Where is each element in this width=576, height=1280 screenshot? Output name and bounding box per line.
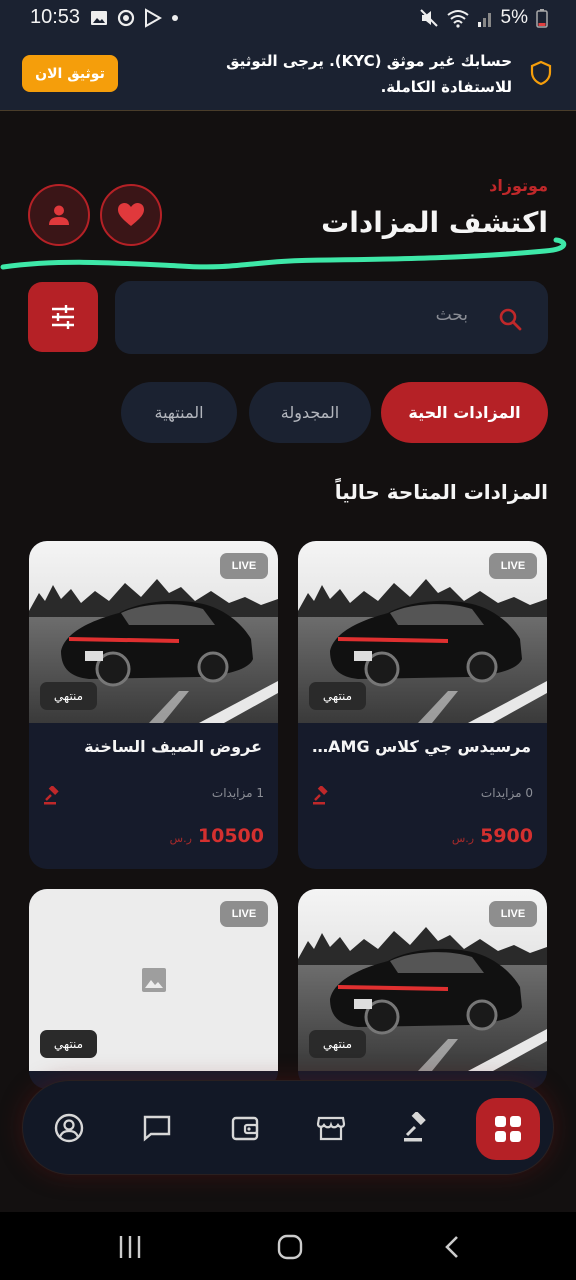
- card-price: 10500 ر.س: [170, 825, 264, 847]
- filter-sliders-icon: [52, 305, 74, 329]
- recent-apps-icon[interactable]: [117, 1234, 143, 1260]
- auction-card[interactable]: LIVE منتهي مرسيدس جي كلاس G63 AMG 0 مزاي…: [298, 541, 547, 869]
- play-store-icon: [145, 8, 162, 28]
- sync-icon: [117, 9, 135, 27]
- card-price: 5900 ر.س: [452, 825, 533, 847]
- battery-percent: 5%: [500, 7, 528, 28]
- live-badge: LIVE: [489, 901, 537, 927]
- nav-store[interactable]: [314, 1111, 348, 1145]
- wifi-icon: [446, 10, 469, 28]
- live-badge: LIVE: [489, 553, 537, 579]
- mute-icon: [419, 9, 438, 27]
- status-system-icons: 5%: [419, 7, 548, 29]
- gavel-icon: [44, 786, 59, 805]
- profile-circle-icon: [54, 1113, 84, 1143]
- tab-scheduled[interactable]: المجدولة: [249, 382, 371, 443]
- page-title: اكتشف المزادات: [321, 206, 548, 239]
- auction-card[interactable]: LIVE منتهي: [298, 889, 547, 1089]
- search-input[interactable]: بحث: [436, 305, 468, 325]
- image-icon: [91, 11, 107, 25]
- filter-button[interactable]: [28, 282, 98, 352]
- status-bar: 10:53 5%: [0, 0, 576, 38]
- grid-home-icon: [495, 1116, 521, 1142]
- gavel-icon: [404, 1112, 426, 1142]
- nav-auctions[interactable]: [401, 1111, 435, 1145]
- highlight-underline: [0, 237, 567, 270]
- battery-icon: [536, 9, 548, 28]
- search-icon: [499, 308, 522, 331]
- home-icon[interactable]: [277, 1234, 303, 1260]
- section-title: المزادات المتاحة حالياً: [334, 480, 548, 504]
- nav-profile[interactable]: [52, 1111, 86, 1145]
- live-badge: LIVE: [220, 901, 268, 927]
- bid-count: 1 مزايدات: [211, 786, 264, 800]
- dot-icon: [172, 15, 178, 21]
- kyc-banner: حسابك غير موثق (KYC). يرجى التوثيق للاست…: [0, 38, 576, 111]
- tab-ended[interactable]: المنتهية: [121, 382, 237, 443]
- gavel-icon: [313, 786, 328, 805]
- price-currency: ر.س: [451, 832, 475, 845]
- bottom-navigation: [22, 1080, 554, 1175]
- price-value: 10500: [197, 825, 264, 847]
- card-title: مرسيدس جي كلاس G63 AMG: [311, 737, 531, 756]
- heart-icon: [118, 203, 144, 226]
- kyc-message: حسابك غير موثق (KYC). يرجى التوثيق للاست…: [226, 52, 512, 96]
- bid-count: 0 مزايدات: [480, 786, 533, 800]
- back-icon[interactable]: [440, 1234, 464, 1260]
- auction-card[interactable]: LIVE منتهي: [29, 889, 278, 1089]
- verify-now-button[interactable]: توثيق الان: [22, 55, 118, 92]
- search-box[interactable]: بحث: [115, 281, 548, 354]
- live-badge: LIVE: [220, 553, 268, 579]
- price-currency: ر.س: [169, 832, 192, 845]
- card-title: عروض الصيف الساخنة: [84, 737, 262, 756]
- nav-home[interactable]: [476, 1098, 540, 1160]
- status-badge: منتهي: [40, 1030, 97, 1058]
- image-placeholder-icon: [142, 968, 166, 992]
- status-badge: منتهي: [309, 1030, 366, 1058]
- system-navigation-bar: [0, 1212, 576, 1280]
- nav-chat[interactable]: [140, 1111, 174, 1145]
- chat-icon: [143, 1115, 171, 1142]
- price-value: 5900: [480, 825, 533, 847]
- brand-name: موتوزاد: [489, 176, 548, 195]
- shield-icon: [530, 60, 552, 86]
- nav-wallet[interactable]: [228, 1111, 262, 1145]
- status-time: 10:53: [30, 6, 81, 28]
- user-icon: [49, 205, 69, 225]
- signal-icon: [477, 13, 491, 27]
- store-icon: [316, 1116, 346, 1141]
- tab-live-auctions[interactable]: المزادات الحية: [381, 382, 548, 443]
- status-notification-icons: [90, 8, 180, 28]
- wallet-icon: [231, 1116, 259, 1141]
- status-badge: منتهي: [40, 682, 97, 710]
- auction-card[interactable]: LIVE منتهي عروض الصيف الساخنة 1 مزايدات …: [29, 541, 278, 869]
- status-badge: منتهي: [309, 682, 366, 710]
